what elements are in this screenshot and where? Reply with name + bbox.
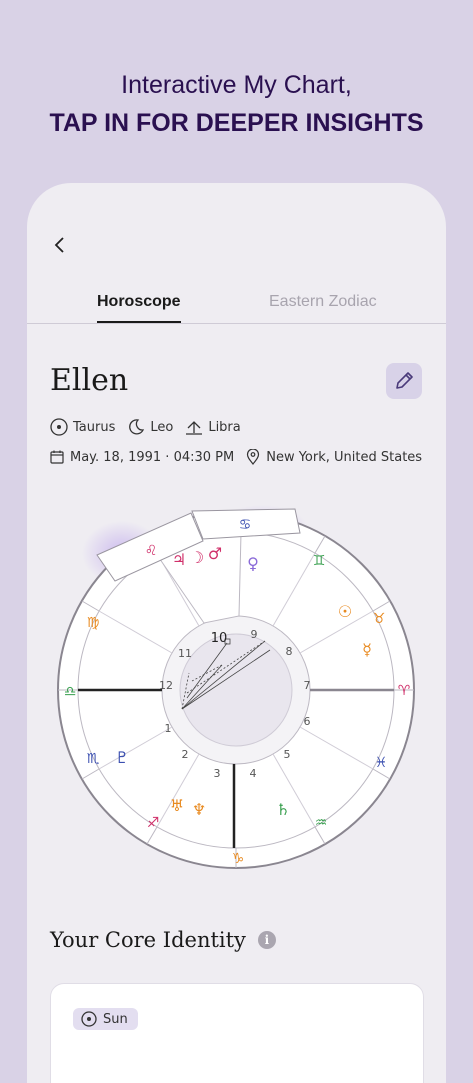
chart-card: Horoscope Eastern Zodiac Ellen Taurus Le… bbox=[27, 183, 446, 1083]
back-icon[interactable] bbox=[49, 233, 73, 257]
rising-sign: Libra bbox=[208, 419, 241, 435]
capricorn-icon: ♑ bbox=[232, 851, 245, 867]
tab-eastern-zodiac-label: Eastern Zodiac bbox=[269, 293, 377, 310]
core-identity-title: Your Core Identity bbox=[50, 928, 246, 952]
jupiter-icon: ♃ bbox=[172, 550, 186, 569]
pluto-icon: ♇ bbox=[115, 748, 129, 767]
aquarius-icon: ♒ bbox=[315, 815, 328, 831]
libra-icon: ♎ bbox=[64, 684, 77, 700]
house-number: 12 bbox=[159, 679, 173, 692]
venus-icon: ♀ bbox=[247, 554, 259, 573]
sagittarius-icon: ♐ bbox=[147, 815, 160, 831]
leo-icon: ♌ bbox=[145, 543, 158, 559]
sun-icon bbox=[50, 418, 68, 436]
tab-active-indicator bbox=[97, 321, 181, 323]
house-number: 1 bbox=[165, 722, 172, 735]
house-number: 4 bbox=[250, 767, 257, 780]
house-number: 3 bbox=[214, 767, 221, 780]
house-number: 6 bbox=[304, 715, 311, 728]
info-icon[interactable]: i bbox=[257, 931, 276, 949]
moon-planet-icon: ☽ bbox=[190, 548, 204, 567]
gemini-icon: ♊ bbox=[313, 553, 326, 569]
tab-eastern-zodiac[interactable]: Eastern Zodiac bbox=[269, 291, 377, 313]
mars-icon: ♂ bbox=[208, 544, 222, 563]
uranus-icon: ♅ bbox=[170, 796, 184, 815]
saturn-icon: ♄ bbox=[276, 800, 290, 819]
neptune-icon: ♆ bbox=[192, 800, 206, 819]
tab-horoscope[interactable]: Horoscope bbox=[97, 291, 181, 323]
natal-chart-wheel[interactable]: 1 2 3 4 5 6 7 8 9 10 11 12 ♋ ♌ ♊ ♉ ♈ ♓ ♒… bbox=[27, 493, 446, 913]
cancer-icon: ♋ bbox=[239, 517, 252, 533]
mercury-icon: ☿ bbox=[362, 640, 372, 659]
birth-info: May. 18, 1991 · 04:30 PM New York, Unite… bbox=[50, 449, 422, 465]
taurus-icon: ♉ bbox=[373, 611, 386, 627]
aries-icon: ♈ bbox=[398, 683, 411, 699]
house-number: 8 bbox=[286, 645, 293, 658]
tab-horoscope-label: Horoscope bbox=[97, 293, 181, 310]
house-number: 9 bbox=[251, 628, 258, 641]
house-number: 5 bbox=[284, 748, 291, 761]
birth-location: New York, United States bbox=[266, 449, 423, 465]
location-pin-icon bbox=[247, 449, 260, 465]
calendar-icon bbox=[50, 450, 64, 464]
profile-name: Ellen bbox=[50, 363, 129, 398]
promo-headline: Interactive My Chart, TAP IN FOR DEEPER … bbox=[0, 68, 473, 140]
rising-icon bbox=[186, 421, 203, 435]
moon-icon bbox=[129, 419, 145, 435]
core-identity-heading: Your Core Identity i bbox=[50, 928, 276, 952]
sign-summary: Taurus Leo Libra bbox=[50, 418, 249, 436]
headline-line-2: TAP IN FOR DEEPER INSIGHTS bbox=[49, 109, 424, 137]
scorpio-icon: ♏ bbox=[87, 751, 100, 767]
sun-sign: Taurus bbox=[73, 419, 116, 435]
core-identity-card[interactable]: Sun bbox=[50, 983, 424, 1083]
sun-badge-label: Sun bbox=[103, 1011, 128, 1027]
virgo-icon: ♍ bbox=[87, 615, 100, 631]
inner-circle bbox=[179, 633, 293, 747]
pencil-icon bbox=[396, 372, 413, 389]
sun-icon bbox=[81, 1011, 97, 1027]
house-number: 11 bbox=[178, 647, 192, 660]
headline-line-1: Interactive My Chart, bbox=[121, 71, 352, 99]
pisces-icon: ♓ bbox=[375, 755, 388, 771]
sun-badge: Sun bbox=[73, 1008, 138, 1030]
house-number: 2 bbox=[182, 748, 189, 761]
house-number-selected: 10 bbox=[211, 631, 228, 646]
sun-planet-icon: ☉ bbox=[338, 602, 352, 621]
house-number: 7 bbox=[304, 679, 311, 692]
moon-sign: Leo bbox=[150, 419, 174, 435]
birth-datetime: May. 18, 1991 · 04:30 PM bbox=[70, 449, 235, 465]
edit-button[interactable] bbox=[386, 363, 422, 399]
tab-bar: Horoscope Eastern Zodiac bbox=[27, 291, 446, 324]
